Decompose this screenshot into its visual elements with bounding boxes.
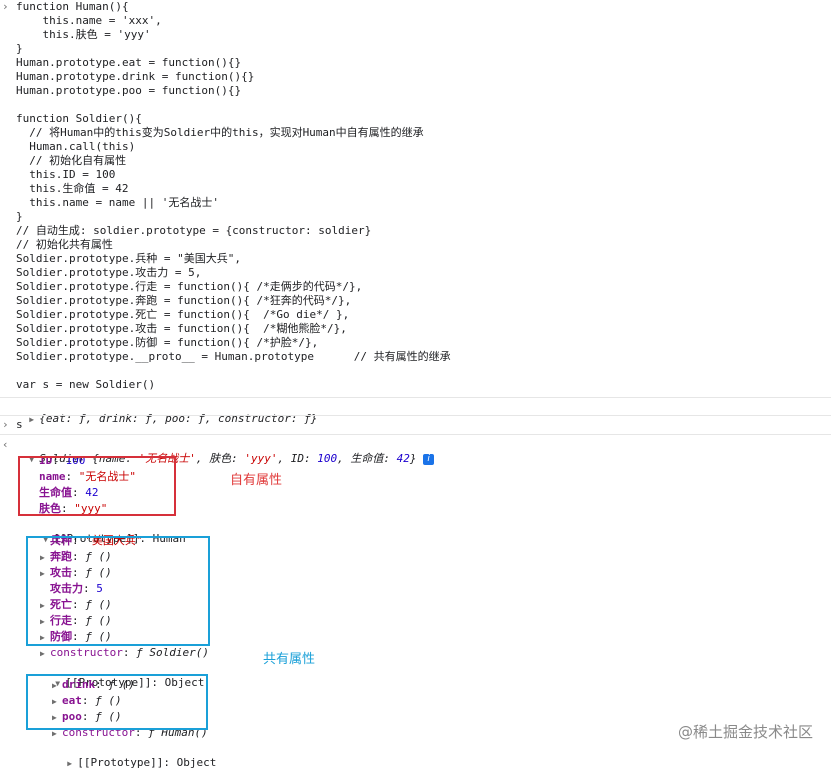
code-line: this.生命值 = 42 [16, 182, 129, 195]
code-line: // 将Human中的this变为Soldier中的this，实现对Human中… [16, 126, 424, 139]
code-line: this.name = name || '无名战士' [16, 196, 219, 209]
code-line: Human.prototype.eat = function(){} [16, 56, 242, 69]
separator [0, 434, 831, 435]
code-line: var s = new Soldier() [16, 378, 156, 391]
input-prompt-1: › [2, 0, 9, 13]
code-line: Soldier.prototype.攻击 = function(){ /*糊他熊… [16, 322, 347, 335]
prop-key: constructor [50, 646, 123, 659]
code-line: Soldier.prototype.兵种 = "美国大兵", [16, 252, 241, 265]
code-line: Soldier.prototype.防御 = function(){ /*护脸*… [16, 336, 319, 349]
code-line: Soldier.prototype.奔跑 = function(){ /*狂奔的… [16, 294, 352, 307]
expand-triangle-icon[interactable]: ▶ [40, 647, 50, 661]
code-line: Soldier.prototype.行走 = function(){ /*走俩步… [16, 280, 363, 293]
code-line: this.name = 'xxx', [16, 14, 162, 27]
proto1_items-row[interactable]: ▶ constructor: ƒ Soldier() [40, 646, 209, 660]
expand-triangle-icon[interactable]: ▶ [67, 757, 77, 771]
code-line: function Human(){ [16, 0, 129, 13]
shared-props-label: 共有属性 [263, 652, 316, 667]
separator [0, 415, 831, 416]
own-props-box [18, 456, 176, 516]
input-s[interactable]: s [16, 418, 23, 432]
prop-value: ƒ Soldier() [136, 646, 209, 659]
code-line: this.ID = 100 [16, 168, 116, 181]
code-line: } [16, 210, 23, 223]
code-line: // 初始化共有属性 [16, 238, 113, 251]
code-line: Human.prototype.poo = function(){} [16, 84, 242, 97]
code-line: this.肤色 = 'yyy' [16, 28, 151, 41]
prototype-object-row-2[interactable]: ▶ [[Prototype]]: Object [54, 742, 216, 769]
code-line: Soldier.prototype.死亡 = function(){ /*Go … [16, 308, 350, 321]
code-line: } [16, 42, 23, 55]
input-prompt-2: › [2, 418, 9, 431]
prop-sep: : [122, 646, 137, 659]
output-prompt: ‹ [2, 438, 9, 451]
watermark: @稀土掘金技术社区 [677, 723, 813, 741]
soldier-summary[interactable]: ▼ Soldier {name: '无名战士', 肤色: 'yyy', ID: 1… [16, 438, 435, 465]
own-props-label: 自有属性 [230, 473, 283, 488]
code-line: Human.prototype.drink = function(){} [16, 70, 255, 83]
info-icon[interactable]: i [423, 454, 435, 465]
code-line: // 初始化自有属性 [16, 154, 127, 167]
code-line: Soldier.prototype.攻击力 = 5, [16, 266, 202, 279]
code-line: function Soldier(){ [16, 112, 142, 125]
code-line: Human.call(this) [16, 140, 136, 153]
code-line: Soldier.prototype.__proto__ = Human.prot… [16, 350, 451, 363]
shared-props-box-2 [26, 674, 208, 730]
prototype-human-row[interactable]: ▼ [[Prototype]]: Human [30, 518, 185, 545]
result-text: {eat: ƒ, drink: ƒ, poo: ƒ, constructor: … [39, 412, 318, 425]
shared-props-box [26, 536, 210, 646]
result-row-1[interactable]: ▶ {eat: ƒ, drink: ƒ, poo: ƒ, constructor:… [16, 398, 317, 425]
code-line: // 自动生成: soldier.prototype = {constructo… [16, 224, 372, 237]
